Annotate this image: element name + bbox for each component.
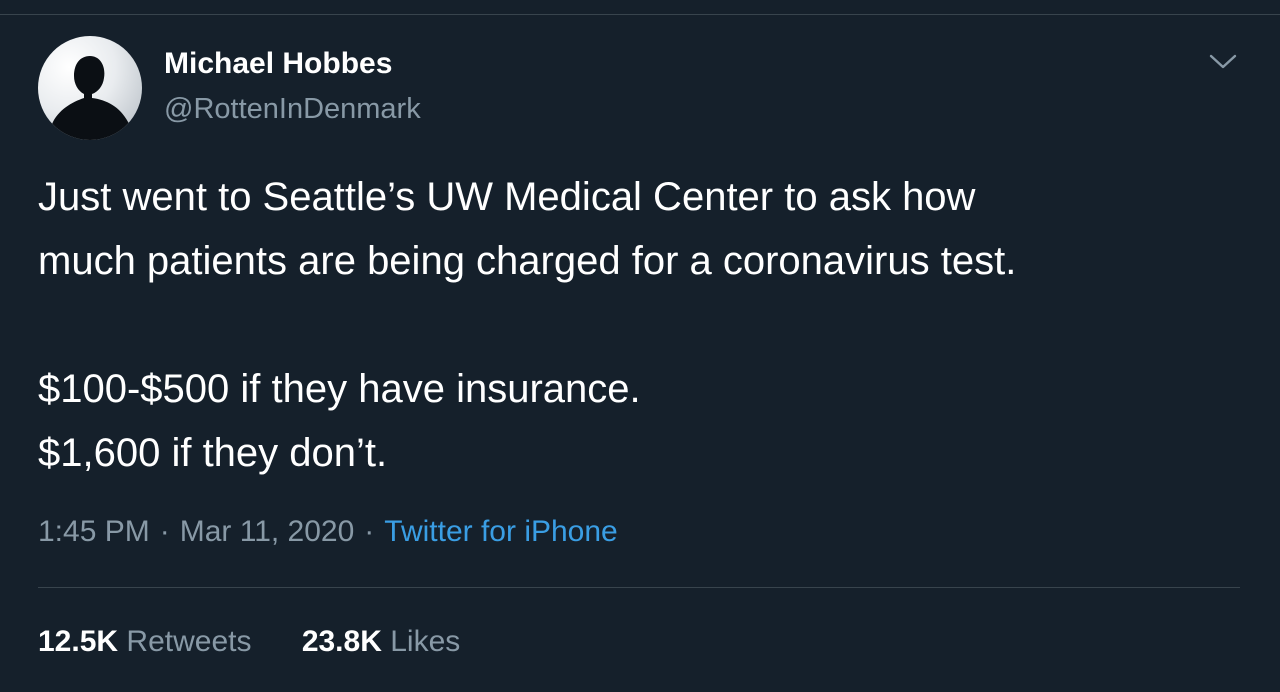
tweet-meta: 1:45 PM · Mar 11, 2020 · Twitter for iPhone [38,511,618,553]
tweet-stats: 12.5K Retweets 23.8K Likes [38,621,502,663]
meta-separator: · [159,515,170,548]
chevron-down-icon [1209,54,1237,69]
author-name[interactable]: Michael Hobbes [164,44,392,84]
likes-count: 23.8K [301,625,382,658]
likes-label: Likes [390,625,461,658]
author-handle[interactable]: @RottenInDenmark [164,89,421,129]
tweet-time[interactable]: 1:45 PM [38,515,150,548]
tweet-menu-button[interactable] [1206,48,1240,76]
profile-silhouette-icon [46,56,134,140]
tweet-text: Just went to Seattle’s UW Medical Center… [38,175,1017,475]
tweet-source-link[interactable]: Twitter for iPhone [384,515,617,548]
meta-separator: · [364,515,375,548]
retweets-count: 12.5K [38,625,119,658]
top-divider [0,14,1280,15]
avatar[interactable] [38,36,142,140]
tweet-card: Michael Hobbes @RottenInDenmark Just wen… [0,0,1280,692]
stats-divider [38,587,1240,588]
tweet-date[interactable]: Mar 11, 2020 [180,515,355,548]
retweets-label: Retweets [126,625,252,658]
retweets-stat[interactable]: 12.5K Retweets [38,621,251,663]
likes-stat[interactable]: 23.8K Likes [302,621,460,663]
